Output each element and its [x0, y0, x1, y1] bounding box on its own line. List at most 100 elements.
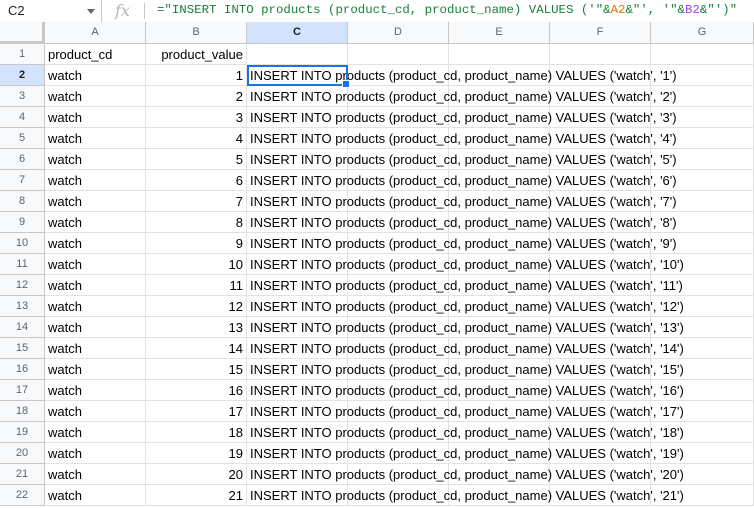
- row-header[interactable]: 12: [0, 275, 45, 296]
- cell-a[interactable]: watch: [45, 65, 146, 86]
- cell-c[interactable]: INSERT INTO products (product_cd, produc…: [247, 485, 684, 506]
- cell-b[interactable]: 10: [146, 254, 247, 275]
- cell-c[interactable]: INSERT INTO products (product_cd, produc…: [247, 212, 677, 233]
- cell-b[interactable]: 4: [146, 128, 247, 149]
- cell-c[interactable]: INSERT INTO products (product_cd, produc…: [247, 296, 684, 317]
- cell-b[interactable]: 5: [146, 149, 247, 170]
- select-all-corner[interactable]: [0, 22, 45, 44]
- row-header[interactable]: 14: [0, 317, 45, 338]
- cell-b[interactable]: 2: [146, 86, 247, 107]
- cell-g[interactable]: [651, 44, 754, 65]
- row-header[interactable]: 7: [0, 170, 45, 191]
- cell-c[interactable]: INSERT INTO products (product_cd, produc…: [247, 86, 677, 107]
- chevron-down-icon[interactable]: [87, 9, 95, 14]
- cell-e[interactable]: [449, 44, 550, 65]
- cell-a[interactable]: product_cd: [45, 44, 146, 65]
- cell-c[interactable]: INSERT INTO products (product_cd, produc…: [247, 422, 684, 443]
- row-header[interactable]: 10: [0, 233, 45, 254]
- cell-c[interactable]: INSERT INTO products (product_cd, produc…: [247, 170, 677, 191]
- row-header[interactable]: 9: [0, 212, 45, 233]
- column-header-d[interactable]: D: [348, 22, 449, 44]
- column-header-c[interactable]: C: [247, 22, 348, 44]
- cell-a[interactable]: watch: [45, 443, 146, 464]
- cell-a[interactable]: watch: [45, 296, 146, 317]
- row-header[interactable]: 19: [0, 422, 45, 443]
- row-header[interactable]: 18: [0, 401, 45, 422]
- cell-b[interactable]: 12: [146, 296, 247, 317]
- cell-a[interactable]: watch: [45, 338, 146, 359]
- cell-a[interactable]: watch: [45, 86, 146, 107]
- cell-f[interactable]: [550, 44, 651, 65]
- row-header[interactable]: 5: [0, 128, 45, 149]
- cell-c[interactable]: INSERT INTO products (product_cd, produc…: [247, 464, 684, 485]
- row-header[interactable]: 16: [0, 359, 45, 380]
- cell-b[interactable]: 20: [146, 464, 247, 485]
- row-header[interactable]: 22: [0, 485, 45, 506]
- column-header-a[interactable]: A: [45, 22, 146, 44]
- cell-b[interactable]: 13: [146, 317, 247, 338]
- cell-a[interactable]: watch: [45, 107, 146, 128]
- cell-b[interactable]: 17: [146, 401, 247, 422]
- cell-b[interactable]: 11: [146, 275, 247, 296]
- cell-b[interactable]: 14: [146, 338, 247, 359]
- name-box[interactable]: C2: [0, 0, 102, 22]
- row-header[interactable]: 11: [0, 254, 45, 275]
- cell-d[interactable]: [348, 44, 449, 65]
- column-header-f[interactable]: F: [550, 22, 651, 44]
- cell-a[interactable]: watch: [45, 170, 146, 191]
- row-header[interactable]: 8: [0, 191, 45, 212]
- cell-c[interactable]: INSERT INTO products (product_cd, produc…: [247, 149, 677, 170]
- cell-c[interactable]: INSERT INTO products (product_cd, produc…: [247, 254, 684, 275]
- row-header[interactable]: 3: [0, 86, 45, 107]
- cell-b[interactable]: product_value: [146, 44, 247, 65]
- column-header-e[interactable]: E: [449, 22, 550, 44]
- cell-c[interactable]: INSERT INTO products (product_cd, produc…: [247, 65, 677, 86]
- cell-c[interactable]: INSERT INTO products (product_cd, produc…: [247, 107, 677, 128]
- cell-b[interactable]: 9: [146, 233, 247, 254]
- cell-a[interactable]: watch: [45, 317, 146, 338]
- cell-c[interactable]: INSERT INTO products (product_cd, produc…: [247, 443, 684, 464]
- cell-b[interactable]: 6: [146, 170, 247, 191]
- row-header[interactable]: 6: [0, 149, 45, 170]
- cell-b[interactable]: 3: [146, 107, 247, 128]
- cell-a[interactable]: watch: [45, 359, 146, 380]
- row-header[interactable]: 20: [0, 443, 45, 464]
- cell-a[interactable]: watch: [45, 464, 146, 485]
- cell-a[interactable]: watch: [45, 401, 146, 422]
- cell-a[interactable]: watch: [45, 422, 146, 443]
- row-header[interactable]: 15: [0, 338, 45, 359]
- row-header[interactable]: 4: [0, 107, 45, 128]
- cell-c[interactable]: INSERT INTO products (product_cd, produc…: [247, 275, 683, 296]
- cell-a[interactable]: watch: [45, 254, 146, 275]
- cell-c[interactable]: INSERT INTO products (product_cd, produc…: [247, 191, 677, 212]
- formula-input[interactable]: ="INSERT INTO products (product_cd, prod…: [157, 3, 737, 17]
- cell-c[interactable]: INSERT INTO products (product_cd, produc…: [247, 380, 684, 401]
- cell-a[interactable]: watch: [45, 191, 146, 212]
- cell-b[interactable]: 7: [146, 191, 247, 212]
- cell-b[interactable]: 18: [146, 422, 247, 443]
- cell-a[interactable]: watch: [45, 149, 146, 170]
- cell-c[interactable]: INSERT INTO products (product_cd, produc…: [247, 401, 684, 422]
- column-header-g[interactable]: G: [651, 22, 754, 44]
- cell-c[interactable]: INSERT INTO products (product_cd, produc…: [247, 359, 684, 380]
- row-header[interactable]: 17: [0, 380, 45, 401]
- cell-c[interactable]: INSERT INTO products (product_cd, produc…: [247, 233, 677, 254]
- cell-b[interactable]: 15: [146, 359, 247, 380]
- cell-c[interactable]: INSERT INTO products (product_cd, produc…: [247, 317, 684, 338]
- cell-a[interactable]: watch: [45, 233, 146, 254]
- column-header-b[interactable]: B: [146, 22, 247, 44]
- cell-c[interactable]: [247, 44, 348, 65]
- cell-a[interactable]: watch: [45, 380, 146, 401]
- row-header[interactable]: 13: [0, 296, 45, 317]
- row-header[interactable]: 21: [0, 464, 45, 485]
- cell-a[interactable]: watch: [45, 128, 146, 149]
- cell-c[interactable]: INSERT INTO products (product_cd, produc…: [247, 338, 684, 359]
- cell-c[interactable]: INSERT INTO products (product_cd, produc…: [247, 128, 677, 149]
- row-header[interactable]: 2: [0, 65, 45, 86]
- cell-b[interactable]: 19: [146, 443, 247, 464]
- cell-a[interactable]: watch: [45, 275, 146, 296]
- cell-b[interactable]: 1: [146, 65, 247, 86]
- cell-b[interactable]: 21: [146, 485, 247, 506]
- cell-a[interactable]: watch: [45, 485, 146, 506]
- cell-b[interactable]: 8: [146, 212, 247, 233]
